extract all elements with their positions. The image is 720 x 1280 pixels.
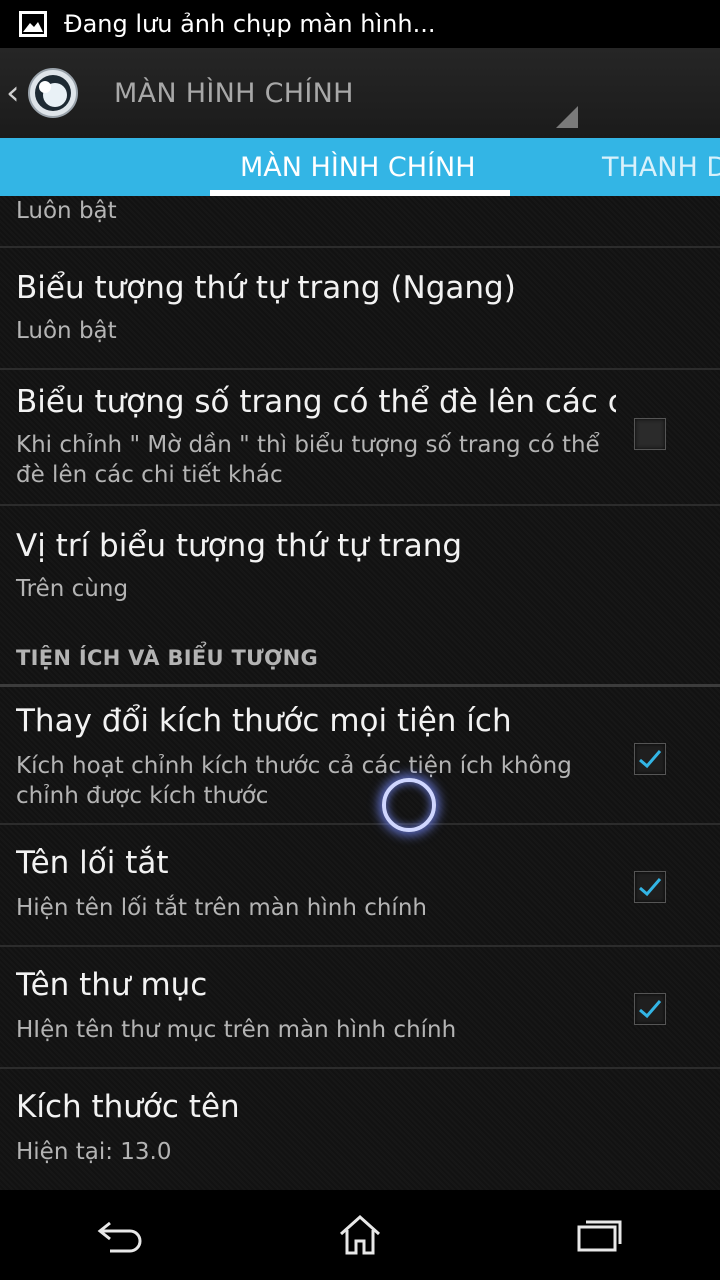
tab-home-screen[interactable]: MÀN HÌNH CHÍNH <box>240 138 476 196</box>
list-item-title: Tên lối tắt <box>16 845 169 881</box>
spinner-indicator-icon <box>556 106 578 128</box>
list-item-shortcut-labels[interactable]: Tên lối tắt Hiện tên lối tắt trên màn hì… <box>0 825 720 945</box>
list-item-summary: Hiện tên lối tắt trên màn hình chính <box>16 895 427 921</box>
app-logo[interactable] <box>26 66 80 120</box>
list-item-page-indicator-position[interactable]: Vị trí biểu tượng thứ tự trang Trên cùng <box>0 506 720 618</box>
list-item-resize-all-widgets[interactable]: Thay đổi kích thước mọi tiện ích Kích ho… <box>0 687 720 823</box>
image-icon <box>18 9 48 39</box>
checkmark-icon <box>639 1000 662 1019</box>
list-item-summary: Khi chỉnh " Mờ dần " thì biểu tượng số t… <box>16 432 600 488</box>
list-item-title: Biểu tượng số trang có thể đè lên các c <box>16 384 616 420</box>
tab-strip: MÀN HÌNH CHÍNH THANH D <box>0 138 720 196</box>
action-bar: ‹ MÀN HÌNH CHÍNH <box>0 48 720 138</box>
section-header: TIỆN ÍCH VÀ BIỂU TƯỢNG <box>16 646 319 670</box>
checkmark-icon <box>639 750 662 769</box>
checkbox-page-number-overlay[interactable] <box>634 418 666 450</box>
list-item-page-number-overlay[interactable]: Biểu tượng số trang có thể đè lên các c … <box>0 370 720 504</box>
navigation-bar <box>0 1190 720 1280</box>
touch-indicator <box>382 778 436 832</box>
list-item-summary: HIện tên thư mục trên màn hình chính <box>16 1017 457 1043</box>
status-notification-text: Đang lưu ảnh chụp màn hình... <box>64 10 436 38</box>
list-item-folder-labels[interactable]: Tên thư mục HIện tên thư mục trên màn hì… <box>0 947 720 1067</box>
list-item-partial[interactable]: Luôn bật <box>0 196 720 246</box>
list-item-summary: Luôn bật <box>16 318 117 344</box>
list-item-summary: Hiện tại: 13.0 <box>16 1139 172 1165</box>
checkmark-icon <box>639 878 662 897</box>
screen: Đang lưu ảnh chụp màn hình... ‹ MÀN HÌNH… <box>0 0 720 1280</box>
back-icon[interactable] <box>80 1205 160 1265</box>
list-item-title: Biểu tượng thứ tự trang (Ngang) <box>16 270 516 306</box>
list-item-title: Thay đổi kích thước mọi tiện ích <box>16 703 512 739</box>
list-item-summary: Luôn bật <box>16 198 117 224</box>
list-item-title: Vị trí biểu tượng thứ tự trang <box>16 528 463 564</box>
tab-dock[interactable]: THANH D <box>602 138 720 196</box>
checkbox-folder-labels[interactable] <box>634 993 666 1025</box>
list-item-title: Tên thư mục <box>16 967 208 1003</box>
preference-list[interactable]: Luôn bật Biểu tượng thứ tự trang (Ngang)… <box>0 196 720 1190</box>
list-item-summary: Trên cùng <box>16 576 129 602</box>
action-bar-title[interactable]: MÀN HÌNH CHÍNH <box>114 78 354 109</box>
list-item-title: Kích thước tên <box>16 1089 240 1125</box>
list-item-page-indicator-landscape[interactable]: Biểu tượng thứ tự trang (Ngang) Luôn bật <box>0 248 720 368</box>
list-item-summary: Kích hoạt chỉnh kích thước cả các tiện í… <box>16 753 572 809</box>
status-bar: Đang lưu ảnh chụp màn hình... <box>0 0 720 48</box>
chevron-left-icon[interactable]: ‹ <box>6 76 24 110</box>
checkbox-shortcut-labels[interactable] <box>634 871 666 903</box>
recents-icon[interactable] <box>560 1205 640 1265</box>
checkbox-resize-all-widgets[interactable] <box>634 743 666 775</box>
list-item-label-size[interactable]: Kích thước tên Hiện tại: 13.0 <box>0 1069 720 1190</box>
home-icon[interactable] <box>320 1205 400 1265</box>
